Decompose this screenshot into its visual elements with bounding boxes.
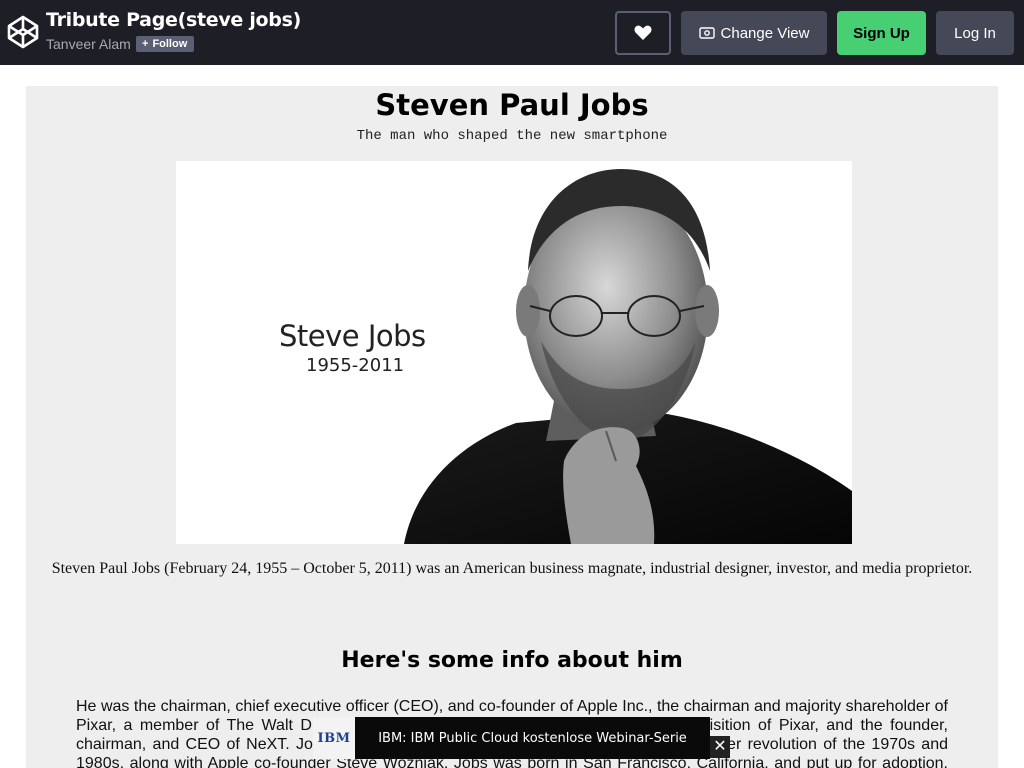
codepen-header: Tribute Page(steve jobs) Tanveer Alam + F… xyxy=(0,0,1024,65)
page-subtitle: The man who shaped the new smartphone xyxy=(356,128,668,144)
close-icon[interactable]: ✕ xyxy=(710,736,730,758)
ad-banner[interactable]: IBM IBM: IBM Public Cloud kostenlose Web… xyxy=(313,717,710,759)
image-caption: Steven Paul Jobs (February 24, 1955 – Oc… xyxy=(51,560,973,577)
portrait-graphic xyxy=(404,169,852,544)
heart-icon xyxy=(634,25,652,40)
portrait-name-text: Steve Jobs xyxy=(279,319,426,353)
follow-button[interactable]: + Follow xyxy=(136,36,195,52)
ad-text[interactable]: IBM: IBM Public Cloud kostenlose Webinar… xyxy=(355,731,710,746)
tribute-section: Steven Paul Jobs The man who shaped the … xyxy=(26,86,998,768)
codepen-logo-icon[interactable] xyxy=(7,15,39,49)
page-title: Steven Paul Jobs xyxy=(375,88,649,122)
ibm-logo: IBM xyxy=(313,717,355,759)
follow-label: Follow xyxy=(152,38,188,50)
change-view-button[interactable]: Change View xyxy=(681,11,827,55)
login-button[interactable]: Log In xyxy=(936,11,1014,55)
pen-author[interactable]: Tanveer Alam xyxy=(46,36,131,52)
pen-title[interactable]: Tribute Page(steve jobs) xyxy=(46,9,301,31)
change-view-label: Change View xyxy=(720,24,810,42)
signup-button[interactable]: Sign Up xyxy=(837,11,926,55)
plus-icon: + xyxy=(142,38,149,50)
portrait-years-text: 1955-2011 xyxy=(306,355,405,376)
info-heading: Here's some info about him xyxy=(341,648,683,673)
steve-jobs-portrait-image: Steve Jobs 1955-2011 xyxy=(176,161,852,544)
heart-button[interactable] xyxy=(615,11,671,55)
eye-icon xyxy=(698,27,715,39)
